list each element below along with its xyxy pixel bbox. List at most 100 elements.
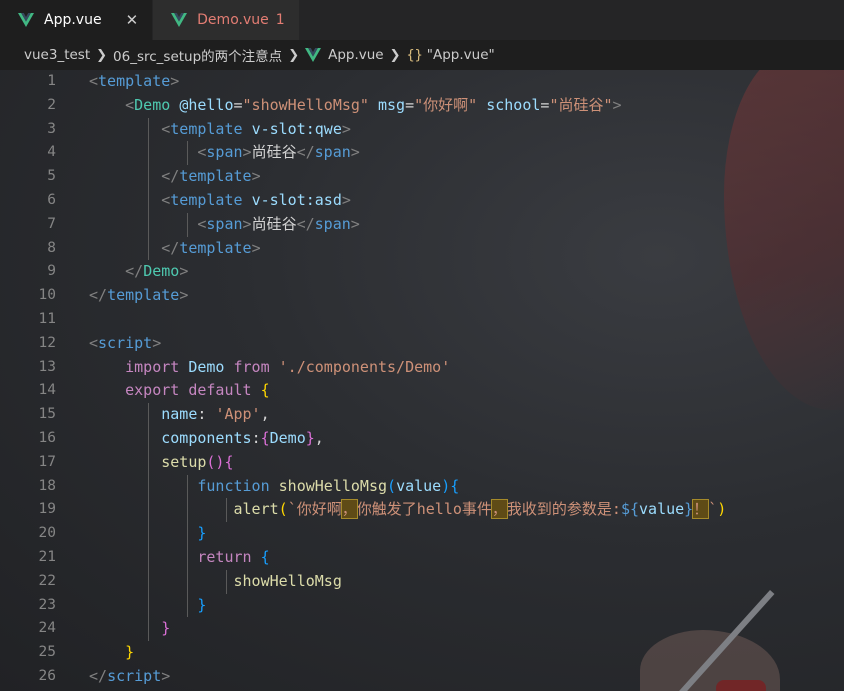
token: default	[188, 381, 252, 400]
line-number: 25	[38, 644, 56, 661]
token: template	[98, 72, 171, 90]
token: </	[296, 143, 315, 162]
token: ()	[206, 452, 225, 471]
line-number: 16	[38, 429, 56, 446]
editor-tab-bar: App.vue ✕ Demo.vue 1	[0, 0, 844, 40]
token: span	[314, 214, 351, 233]
line-number: 21	[38, 548, 56, 565]
token: <	[125, 95, 135, 114]
token: >	[242, 143, 252, 162]
token: >	[251, 238, 261, 257]
token: value	[639, 500, 685, 519]
token: template	[107, 286, 180, 305]
token: "尚硅谷"	[549, 95, 613, 114]
token: </	[161, 238, 180, 257]
line-number: 19	[38, 501, 56, 518]
line-number: 10	[38, 287, 56, 304]
breadcrumb-item-file[interactable]: App.vue	[328, 47, 384, 63]
token: >	[152, 333, 162, 352]
code-line: 21 return {	[0, 545, 844, 570]
tab-demo-vue[interactable]: Demo.vue 1	[153, 0, 299, 40]
token: 尚硅谷	[251, 143, 297, 162]
token: >	[341, 190, 351, 209]
line-number: 22	[38, 572, 56, 589]
token: {	[224, 452, 234, 471]
chevron-right-icon: ❯	[389, 47, 401, 63]
code-line: 23 }	[0, 593, 844, 618]
line-number: 6	[47, 191, 56, 208]
token: (	[278, 500, 288, 519]
irregular-char-highlight: ！	[692, 499, 710, 520]
token: function	[197, 476, 270, 495]
code-line: 14 export default {	[0, 379, 844, 403]
token: )	[441, 476, 451, 495]
code-lines: 1 <template> 2 <Demo @hello="showHelloMs…	[0, 70, 844, 691]
token: >	[350, 214, 360, 233]
token: export	[125, 381, 180, 400]
token: >	[341, 119, 351, 138]
line-number: 15	[38, 406, 56, 423]
token: 'App'	[215, 405, 261, 424]
token: (	[387, 476, 397, 495]
token: >	[242, 214, 252, 233]
line-number: 3	[47, 120, 56, 137]
token: template	[170, 119, 243, 138]
token: =	[233, 95, 243, 114]
token: "你好啊"	[414, 95, 478, 114]
code-line: 16 components:{Demo},	[0, 426, 844, 451]
vue-file-icon	[18, 13, 34, 27]
code-line: 8 </template>	[0, 236, 844, 261]
code-line: 2 <Demo @hello="showHelloMsg" msg="你好啊" …	[0, 94, 844, 118]
code-line: 22 showHelloMsg	[0, 569, 844, 594]
code-line: 3 <template v-slot:qwe>	[0, 117, 844, 142]
close-icon[interactable]: ✕	[126, 11, 139, 29]
token: {	[260, 547, 270, 566]
code-line: 17 setup(){	[0, 450, 844, 475]
line-number: 24	[38, 620, 56, 637]
token: >	[170, 72, 180, 90]
token: Demo	[143, 262, 180, 281]
code-line: 11	[0, 308, 844, 332]
token: span	[314, 143, 351, 162]
symbol-braces-icon: {}	[406, 47, 423, 63]
token: >	[251, 167, 261, 186]
token: return	[197, 547, 252, 566]
breadcrumb-item-project[interactable]: vue3_test	[24, 47, 90, 63]
token: ,	[314, 428, 324, 447]
code-line: 7 <span>尚硅谷</span>	[0, 212, 844, 237]
vue-file-icon	[171, 13, 188, 27]
token: span	[206, 143, 243, 162]
code-line: 24 }	[0, 617, 844, 642]
breadcrumb-item-folder[interactable]: 06_src_setup的两个注意点	[113, 45, 282, 65]
tab-label: App.vue	[44, 12, 102, 28]
line-number: 13	[38, 358, 56, 375]
breadcrumb-item-symbol[interactable]: "App.vue"	[427, 47, 495, 63]
tab-app-vue[interactable]: App.vue ✕	[0, 0, 154, 40]
breadcrumb: vue3_test ❯ 06_src_setup的两个注意点 ❯ App.vue…	[0, 40, 844, 70]
token: }	[161, 619, 171, 638]
token: ${	[620, 500, 640, 519]
token: school	[486, 95, 541, 114]
line-number: 8	[47, 239, 56, 256]
token: setup	[161, 452, 207, 471]
token: 你触发了hello事件	[356, 500, 492, 519]
token: template	[179, 167, 252, 186]
token: }	[684, 500, 694, 519]
code-line: 10 </template>	[0, 284, 844, 308]
token: <	[161, 119, 171, 138]
code-line: 5 </template>	[0, 165, 844, 189]
code-line: 18 function showHelloMsg(value){	[0, 474, 844, 499]
token: }	[197, 595, 207, 614]
line-number: 17	[38, 453, 56, 470]
token: =	[405, 95, 415, 114]
token: </	[161, 167, 180, 186]
token: name	[161, 405, 198, 424]
token: <	[161, 190, 171, 209]
token: v-slot:qwe	[251, 119, 342, 138]
token: </	[125, 262, 144, 281]
token: )	[717, 500, 727, 519]
problem-count-badge: 1	[275, 12, 285, 28]
line-number: 12	[38, 334, 56, 351]
code-editor[interactable]: 1 <template> 2 <Demo @hello="showHelloMs…	[0, 70, 844, 691]
token: template	[179, 238, 252, 257]
